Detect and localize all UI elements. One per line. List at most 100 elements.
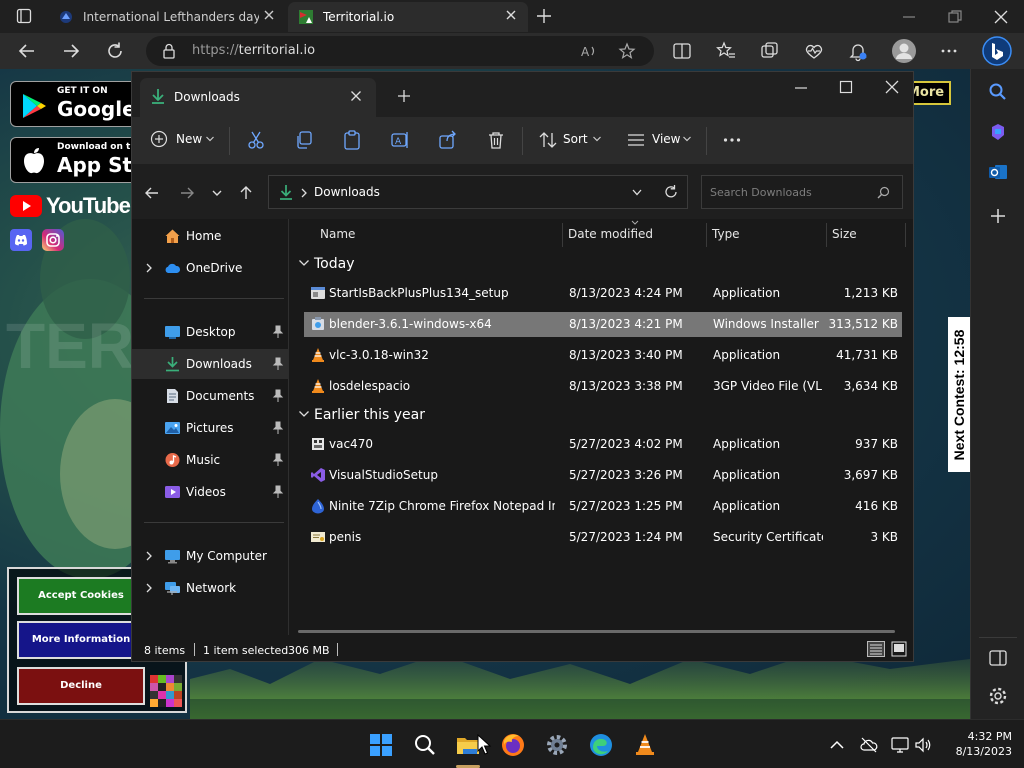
expand-chevron-icon[interactable] <box>144 262 154 274</box>
copy-icon[interactable] <box>293 129 315 151</box>
forward-icon[interactable] <box>60 40 82 62</box>
explorer-minimize-icon[interactable] <box>793 80 809 96</box>
file-row[interactable]: vlc-3.0.18-win32 8/13/2023 3:40 PM Appli… <box>304 343 902 368</box>
share-icon[interactable] <box>437 129 459 151</box>
outlook-icon[interactable] <box>987 161 1009 183</box>
rename-icon[interactable]: A <box>389 129 411 151</box>
nav-item-videos[interactable]: Videos <box>132 477 289 507</box>
app-store-badge[interactable]: Download on the App Store <box>10 137 169 183</box>
split-screen-icon[interactable] <box>671 40 693 62</box>
chevron-down-icon[interactable] <box>682 135 692 143</box>
new-button-label[interactable]: New <box>176 132 202 146</box>
search-icon[interactable] <box>987 81 1009 103</box>
collapse-chevron-icon[interactable] <box>298 409 310 419</box>
expand-chevron-icon[interactable] <box>144 550 154 562</box>
collections-icon[interactable] <box>759 40 781 62</box>
tiles-view-icon[interactable] <box>891 641 907 657</box>
start-windows-icon[interactable] <box>368 732 394 758</box>
google-play-badge[interactable]: GET IT ON Google Play <box>10 81 190 127</box>
see-more-icon[interactable] <box>721 129 743 151</box>
column-header-date-modified[interactable]: Date modified <box>568 227 653 241</box>
pin-icon[interactable] <box>272 421 284 435</box>
file-row[interactable]: VisualStudioSetup 5/27/2023 3:26 PM Appl… <box>304 463 902 488</box>
explorer-close-icon[interactable] <box>884 79 900 95</box>
refresh-icon[interactable] <box>104 40 126 62</box>
search-downloads-box[interactable] <box>701 175 903 209</box>
browser-tab-territorial[interactable]: Territorial.io <box>288 2 528 32</box>
show-hidden-icons-chevron-icon[interactable] <box>828 736 846 754</box>
sort-button-label[interactable]: Sort <box>563 132 588 146</box>
profile-avatar-icon[interactable] <box>891 38 917 64</box>
read-aloud-icon[interactable]: A <box>580 42 598 60</box>
column-header-size[interactable]: Size <box>832 227 857 241</box>
favorite-star-icon[interactable] <box>618 42 636 60</box>
nav-item-my-computer[interactable]: My Computer <box>132 541 289 571</box>
details-view-icon[interactable] <box>867 641 885 657</box>
new-tab-icon[interactable] <box>535 7 553 25</box>
nav-item-documents[interactable]: Documents <box>132 381 289 411</box>
cloud-offline-icon[interactable] <box>860 736 878 754</box>
performance-icon[interactable] <box>803 40 825 62</box>
file-row[interactable]: penis 5/27/2023 1:24 PM Security Certifi… <box>304 525 902 550</box>
recent-locations-chevron-icon[interactable] <box>211 187 223 199</box>
new-plus-icon[interactable] <box>150 130 168 148</box>
pin-icon[interactable] <box>272 453 284 467</box>
file-row[interactable]: Ninite 7Zip Chrome Firefox Notepad Inst.… <box>304 494 902 519</box>
taskbar-clock[interactable]: 4:32 PM 8/13/2023 <box>946 729 1012 759</box>
file-row-selected[interactable]: blender-3.6.1-windows-x64 8/13/2023 4:21… <box>304 312 902 337</box>
file-row[interactable]: StartIsBackPlusPlus134_setup 8/13/2023 4… <box>304 281 902 306</box>
file-row[interactable]: vac470 5/27/2023 4:02 PM Application 937… <box>304 432 902 457</box>
restore-icon[interactable] <box>944 6 966 28</box>
nav-item-pictures[interactable]: Pictures <box>132 413 289 443</box>
breadcrumb-chevron-icon[interactable] <box>300 188 308 198</box>
collapse-chevron-icon[interactable] <box>298 258 310 268</box>
sidebar-settings-gear-icon[interactable] <box>987 685 1009 707</box>
settings-gear-icon[interactable] <box>544 732 570 758</box>
nav-item-onedrive[interactable]: OneDrive <box>132 253 289 283</box>
volume-icon[interactable] <box>914 736 932 754</box>
column-separator[interactable] <box>562 223 563 247</box>
column-header-name[interactable]: Name <box>320 227 355 241</box>
close-tab-icon[interactable] <box>504 8 518 22</box>
sort-arrows-icon[interactable] <box>537 129 559 151</box>
address-path-box[interactable]: Downloads <box>268 175 688 209</box>
discord-icon[interactable] <box>10 229 32 251</box>
accept-cookies-button[interactable]: Accept Cookies <box>17 577 145 615</box>
group-header-earlier-this-year[interactable]: Earlier this year <box>298 407 425 431</box>
sidebar-toggle-icon[interactable] <box>987 647 1009 669</box>
column-separator[interactable] <box>905 223 906 247</box>
view-button-label[interactable]: View <box>652 132 680 146</box>
close-tab-icon[interactable] <box>262 8 276 22</box>
instagram-icon[interactable] <box>42 229 64 251</box>
column-header-type[interactable]: Type <box>712 227 740 241</box>
delete-trash-icon[interactable] <box>485 129 507 151</box>
pin-icon[interactable] <box>272 357 284 371</box>
nav-item-desktop[interactable]: Desktop <box>132 317 289 347</box>
cut-scissors-icon[interactable] <box>245 129 267 151</box>
breadcrumb-downloads[interactable]: Downloads <box>314 185 380 199</box>
horizontal-scrollbar[interactable] <box>298 630 895 633</box>
search-icon[interactable] <box>412 732 438 758</box>
view-list-icon[interactable] <box>625 129 647 151</box>
add-sidebar-app-icon[interactable] <box>987 205 1009 227</box>
back-icon[interactable] <box>16 40 38 62</box>
file-row[interactable]: losdelespacio 8/13/2023 3:38 PM 3GP Vide… <box>304 374 902 399</box>
nav-item-music[interactable]: Music <box>132 445 289 475</box>
pin-icon[interactable] <box>272 389 284 403</box>
refresh-icon[interactable] <box>663 184 679 200</box>
chevron-down-icon[interactable] <box>592 135 602 143</box>
color-selector[interactable] <box>150 675 182 707</box>
nav-item-network[interactable]: Network <box>132 573 289 603</box>
more-options-icon[interactable] <box>938 40 960 62</box>
browser-tab-lefthanders[interactable]: International Lefthanders day - S <box>52 2 286 32</box>
url-field[interactable]: https://territorial.io A <box>146 36 654 66</box>
group-header-today[interactable]: Today <box>298 256 355 280</box>
paste-clipboard-icon[interactable] <box>341 129 363 151</box>
search-icon[interactable] <box>877 186 890 199</box>
copilot-icon[interactable] <box>987 121 1009 143</box>
youtube-link[interactable]: YouTube <box>10 193 131 219</box>
close-explorer-tab-icon[interactable] <box>350 90 362 102</box>
favorites-icon[interactable] <box>715 40 737 62</box>
vlc-icon[interactable] <box>632 732 658 758</box>
close-window-icon[interactable] <box>990 6 1012 28</box>
